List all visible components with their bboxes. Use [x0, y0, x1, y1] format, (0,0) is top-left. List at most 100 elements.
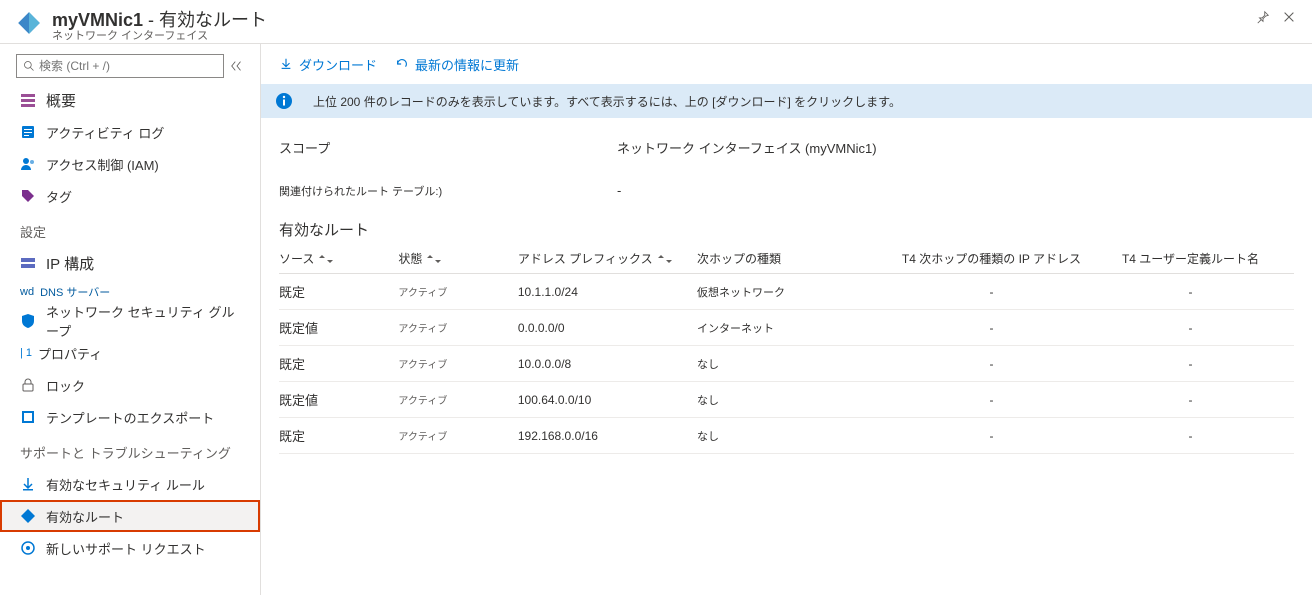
sidebar-item-effective-routes[interactable]: 有効なルート	[0, 500, 260, 532]
sidebar-item-effective-security[interactable]: 有効なセキュリティ ルール	[0, 468, 260, 500]
info-icon	[275, 92, 293, 110]
sidebar-item-new-support[interactable]: 新しいサポート リクエスト	[0, 532, 260, 564]
td-state: アクティブ	[398, 284, 517, 299]
sidebar-item-overview[interactable]: 概要	[0, 84, 260, 116]
sidebar-item-iam[interactable]: アクセス制御 (IAM)	[0, 148, 260, 180]
download-icon	[279, 57, 293, 71]
close-icon[interactable]	[1282, 10, 1296, 24]
td-nexthop-ip: -	[896, 357, 1095, 371]
table-row[interactable]: 既定アクティブ10.1.1.0/24仮想ネットワーク--	[279, 274, 1294, 310]
pin-icon[interactable]	[1256, 10, 1270, 24]
search-input-wrap[interactable]	[16, 54, 224, 78]
toolbar: ダウンロード 最新の情報に更新	[261, 44, 1312, 84]
tags-icon	[20, 188, 36, 204]
page-title: myVMNic1 - 有効なルート	[52, 10, 1256, 30]
td-source: 既定	[279, 282, 398, 301]
section-support: サポートと トラブルシューティング	[0, 433, 260, 468]
refresh-icon	[395, 57, 409, 71]
table-row[interactable]: 既定アクティブ10.0.0.0/8なし--	[279, 346, 1294, 382]
sidebar-item-tags[interactable]: タグ	[0, 180, 260, 212]
search-input[interactable]	[39, 59, 217, 73]
th-nexthop[interactable]: 次ホップの種類	[697, 250, 896, 267]
sidebar-item-label: DNS サーバー	[40, 284, 110, 300]
sidebar-item-ip-config[interactable]: IP 構成	[0, 247, 260, 279]
td-state: アクティブ	[398, 392, 517, 407]
table-row[interactable]: 既定値アクティブ0.0.0.0/0インターネット--	[279, 310, 1294, 346]
download-button[interactable]: ダウンロード	[279, 55, 377, 74]
th-udr[interactable]: T4 ユーザー定義ルート名	[1095, 250, 1294, 267]
search-icon	[23, 60, 35, 72]
scope-value: ネットワーク インターフェイス (myVMNic1)	[617, 138, 877, 157]
th-state[interactable]: 状態	[398, 250, 517, 267]
sidebar-item-activity[interactable]: アクティビティ ログ	[0, 116, 260, 148]
refresh-button[interactable]: 最新の情報に更新	[395, 55, 519, 74]
sidebar-item-nsg[interactable]: ネットワーク セキュリティ グループ	[0, 305, 260, 337]
refresh-label: 最新の情報に更新	[415, 55, 519, 74]
td-prefix: 100.64.0.0/10	[518, 393, 697, 407]
table-row[interactable]: 既定値アクティブ100.64.0.0/10なし--	[279, 382, 1294, 418]
td-state: アクティブ	[398, 356, 517, 371]
download-label: ダウンロード	[299, 55, 377, 74]
sidebar-item-lock[interactable]: ロック	[0, 369, 260, 401]
sidebar-item-export-template[interactable]: テンプレートのエクスポート	[0, 401, 260, 433]
td-nexthop-ip: -	[896, 285, 1095, 299]
th-prefix[interactable]: アドレス プレフィックス	[518, 250, 697, 267]
ip-config-icon	[20, 255, 36, 271]
td-source: 既定	[279, 426, 398, 445]
iam-icon	[20, 156, 36, 172]
routes-icon	[20, 508, 36, 524]
dns-prefix: wd	[20, 286, 34, 298]
td-prefix: 0.0.0.0/0	[518, 321, 697, 335]
sort-icon	[426, 254, 442, 264]
td-udr: -	[1095, 285, 1294, 299]
sidebar-item-label: アクセス制御 (IAM)	[46, 155, 159, 174]
sidebar-item-label: 有効なルート	[46, 507, 124, 526]
th-source[interactable]: ソース	[279, 250, 398, 267]
sidebar-item-label: IP 構成	[46, 253, 94, 274]
td-nexthop: なし	[697, 428, 896, 444]
th-nexthop-ip[interactable]: T4 次ホップの種類の IP アドレス	[896, 250, 1095, 267]
sidebar-item-label: プロパティ	[38, 344, 102, 363]
activity-log-icon	[20, 124, 36, 140]
sidebar-item-label: ネットワーク セキュリティ グループ	[46, 302, 240, 340]
section-settings: 設定	[0, 212, 260, 247]
overview-icon	[20, 92, 36, 108]
security-rules-icon	[20, 476, 36, 492]
table-header: ソース 状態 アドレス プレフィックス 次ホップの種類 T4 次ホップの種類の …	[279, 244, 1294, 274]
sidebar: 概要 アクティビティ ログ アクセス制御 (IAM) タグ 設定 IP 構成 w…	[0, 44, 261, 595]
td-source: 既定値	[279, 318, 398, 337]
scope-label: スコープ	[279, 138, 617, 157]
sidebar-item-label: 新しいサポート リクエスト	[46, 539, 206, 558]
td-nexthop-ip: -	[896, 393, 1095, 407]
td-nexthop-ip: -	[896, 429, 1095, 443]
td-prefix: 192.168.0.0/16	[518, 429, 697, 443]
td-udr: -	[1095, 393, 1294, 407]
td-nexthop: なし	[697, 356, 896, 372]
sort-icon	[318, 254, 334, 264]
nic-icon	[16, 10, 42, 36]
td-nexthop-ip: -	[896, 321, 1095, 335]
sort-icon	[657, 254, 673, 264]
routes-table: ソース 状態 アドレス プレフィックス 次ホップの種類 T4 次ホップの種類の …	[261, 244, 1312, 454]
td-udr: -	[1095, 321, 1294, 335]
td-source: 既定	[279, 354, 398, 373]
table-title: 有効なルート	[261, 219, 1312, 244]
lock-icon	[20, 377, 36, 393]
assoc-route-table-label: 関連付けられたルート テーブル:)	[279, 183, 617, 199]
td-nexthop: 仮想ネットワーク	[697, 284, 896, 300]
assoc-route-table-value: -	[617, 183, 621, 199]
sidebar-item-properties[interactable]: | 1 プロパティ	[0, 337, 260, 369]
support-icon	[20, 540, 36, 556]
shield-icon	[20, 313, 36, 329]
props-prefix: | 1	[20, 347, 32, 359]
table-row[interactable]: 既定アクティブ192.168.0.0/16なし--	[279, 418, 1294, 454]
td-udr: -	[1095, 429, 1294, 443]
sidebar-item-label: テンプレートのエクスポート	[46, 408, 214, 427]
td-state: アクティブ	[398, 428, 517, 443]
sidebar-item-label: アクティビティ ログ	[46, 123, 164, 142]
blade-header: myVMNic1 - 有効なルート ネットワーク インターフェイス	[0, 0, 1312, 44]
td-prefix: 10.1.1.0/24	[518, 285, 697, 299]
td-state: アクティブ	[398, 320, 517, 335]
collapse-icon[interactable]	[230, 59, 244, 73]
td-prefix: 10.0.0.0/8	[518, 357, 697, 371]
